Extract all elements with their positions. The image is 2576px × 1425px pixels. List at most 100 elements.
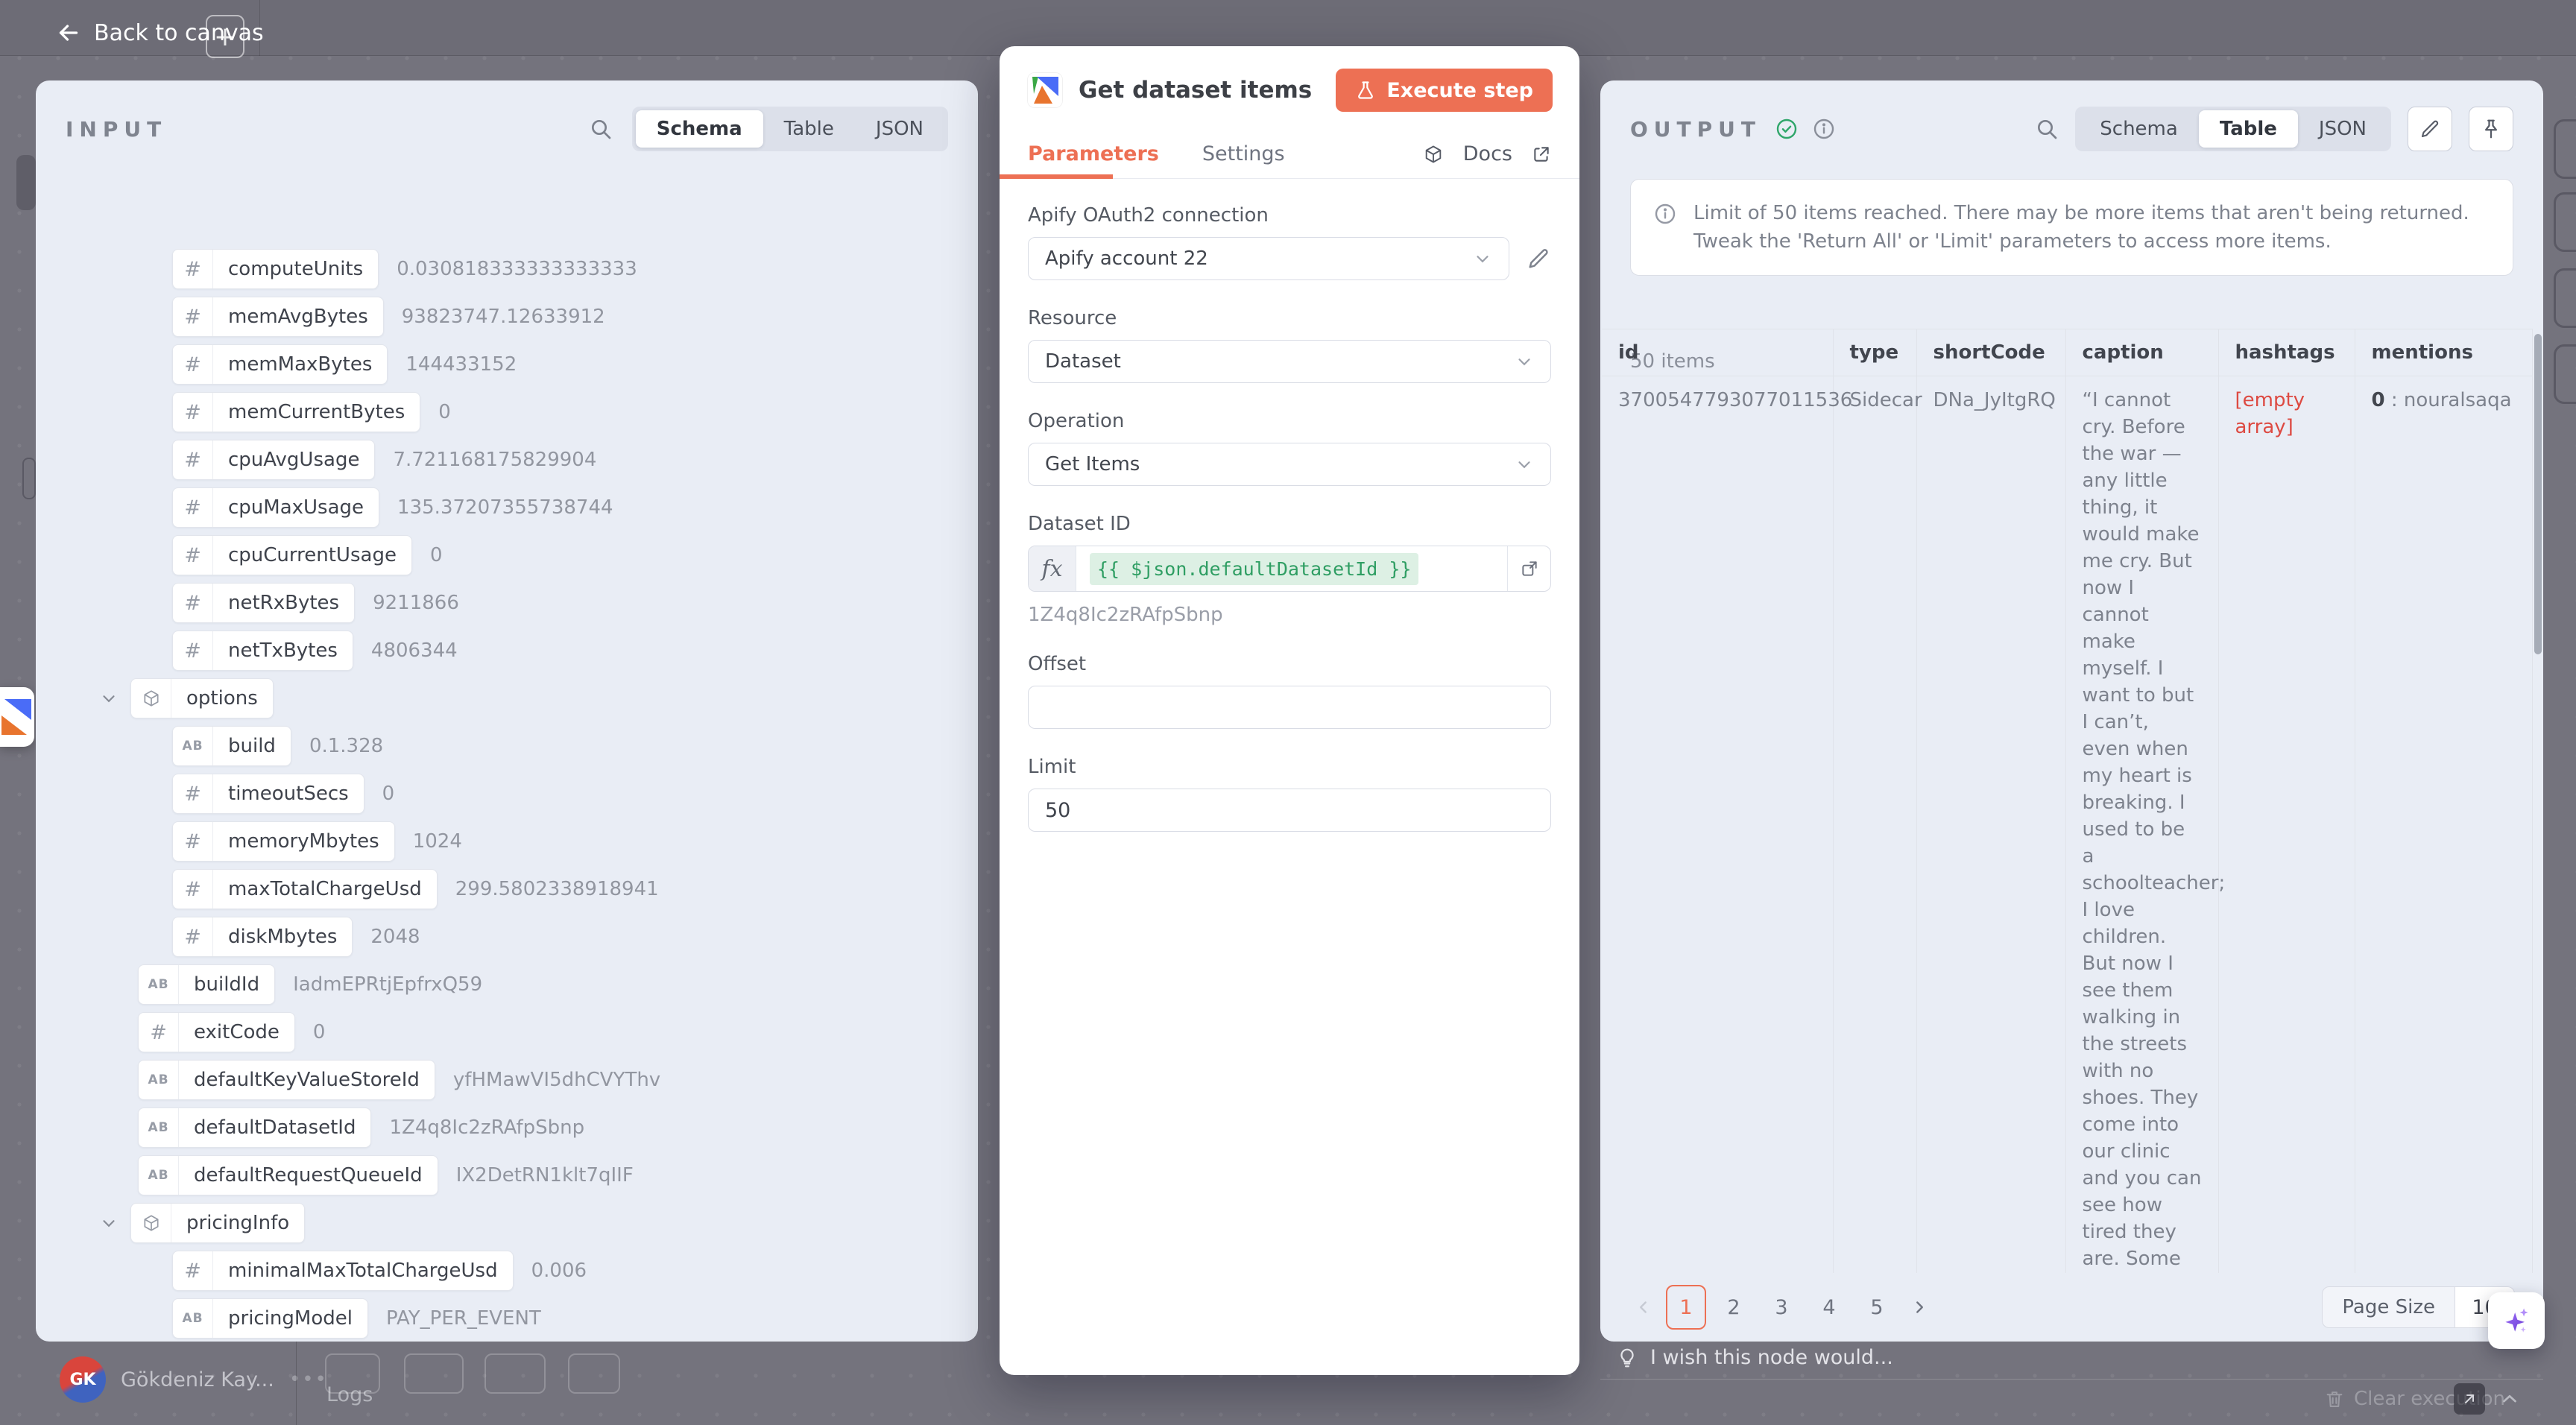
schema-cube-icon[interactable] bbox=[1423, 144, 1444, 165]
schema-key-pill[interactable]: ABbuild bbox=[172, 726, 291, 766]
operation-select[interactable]: Get Items bbox=[1028, 443, 1551, 486]
chevron-down-icon[interactable] bbox=[99, 1213, 119, 1233]
schema-key-pill[interactable]: #maxTotalChargeUsd bbox=[172, 869, 438, 909]
search-icon[interactable] bbox=[589, 117, 613, 141]
schema-row-timeoutSecs[interactable]: #timeoutSecs0 bbox=[36, 774, 978, 814]
schema-row-memCurrentBytes[interactable]: #memCurrentBytes0 bbox=[36, 392, 978, 432]
schema-row-memMaxBytes[interactable]: #memMaxBytes144433152 bbox=[36, 344, 978, 385]
pagination-page-2[interactable]: 2 bbox=[1714, 1285, 1754, 1330]
pin-data-button[interactable] bbox=[2469, 107, 2513, 151]
schema-key-pill[interactable]: options bbox=[130, 678, 274, 718]
schema-row-defaultRequestQueueId[interactable]: ABdefaultRequestQueueIdIX2DetRN1klt7qIIF bbox=[36, 1155, 978, 1195]
schema-key-pill[interactable]: #cpuCurrentUsage bbox=[172, 535, 412, 575]
schema-key-pill[interactable]: #netTxBytes bbox=[172, 631, 353, 671]
tab-parameters[interactable]: Parameters bbox=[1028, 142, 1159, 165]
string-type-icon: AB bbox=[139, 1108, 179, 1147]
column-header-mentions[interactable]: mentions bbox=[2355, 329, 2532, 376]
column-header-shortCode[interactable]: shortCode bbox=[1916, 329, 2065, 376]
column-header-type[interactable]: type bbox=[1833, 329, 1916, 376]
edit-output-button[interactable] bbox=[2408, 107, 2452, 151]
schema-key-pill[interactable]: ABdefaultRequestQueueId bbox=[138, 1155, 438, 1195]
schema-row-pricingModel[interactable]: ABpricingModelPAY_PER_EVENT bbox=[36, 1298, 978, 1339]
expression-chip[interactable]: {{ $json.defaultDatasetId }} bbox=[1090, 553, 1418, 585]
schema-key-pill[interactable]: #timeoutSecs bbox=[172, 774, 364, 814]
user-menu[interactable]: GK Gökdeniz Kay... ••• bbox=[60, 1356, 328, 1403]
schema-row-defaultKeyValueStoreId[interactable]: ABdefaultKeyValueStoreIdyfHMawVI5dhCVYTh… bbox=[36, 1060, 978, 1100]
resource-select[interactable]: Dataset bbox=[1028, 340, 1551, 383]
input-tab-json[interactable]: JSON bbox=[855, 110, 944, 148]
schema-row-pricingInfo[interactable]: pricingInfo bbox=[36, 1203, 978, 1243]
schema-key-pill[interactable]: #memAvgBytes bbox=[172, 297, 384, 337]
limit-input[interactable] bbox=[1028, 789, 1551, 832]
column-header-hashtags[interactable]: hashtags bbox=[2218, 329, 2355, 376]
offset-input[interactable] bbox=[1028, 686, 1551, 729]
schema-row-netTxBytes[interactable]: #netTxBytes4806344 bbox=[36, 631, 978, 671]
connection-select[interactable]: Apify account 22 bbox=[1028, 237, 1509, 280]
input-tab-schema[interactable]: Schema bbox=[636, 110, 763, 148]
ai-assistant-button[interactable] bbox=[2488, 1292, 2545, 1349]
external-link-icon[interactable] bbox=[1532, 145, 1551, 164]
schema-key-pill[interactable]: #computeUnits bbox=[172, 249, 379, 289]
execute-step-button[interactable]: Execute step bbox=[1336, 69, 1553, 112]
schema-key-pill[interactable]: #memMaxBytes bbox=[172, 344, 388, 385]
output-table-scrollbar[interactable] bbox=[2534, 334, 2542, 654]
schema-key-pill[interactable]: #cpuAvgUsage bbox=[172, 440, 375, 480]
schema-key-pill[interactable]: #memCurrentBytes bbox=[172, 392, 420, 432]
schema-key-pill[interactable]: #memoryMbytes bbox=[172, 821, 395, 862]
page-size-control[interactable]: Page Size 10 bbox=[2322, 1286, 2515, 1328]
output-tab-json[interactable]: JSON bbox=[2298, 110, 2387, 148]
output-tab-schema[interactable]: Schema bbox=[2079, 110, 2199, 148]
schema-row-build[interactable]: ABbuild0.1.328 bbox=[36, 726, 978, 766]
column-header-id[interactable]: id bbox=[1602, 329, 1833, 376]
avatar[interactable]: GK bbox=[60, 1356, 106, 1403]
pagination-next-icon[interactable] bbox=[1904, 1298, 1934, 1317]
schema-row-options[interactable]: options bbox=[36, 678, 978, 718]
input-schema-tree: #computeUnits0.030818333333333333 #memAvg… bbox=[36, 249, 978, 1342]
schema-row-diskMbytes[interactable]: #diskMbytes2048 bbox=[36, 917, 978, 957]
schema-row-computeUnits[interactable]: #computeUnits0.030818333333333333 bbox=[36, 249, 978, 289]
schema-key-pill[interactable]: #diskMbytes bbox=[172, 917, 353, 957]
tab-settings[interactable]: Settings bbox=[1202, 142, 1285, 165]
column-header-caption[interactable]: caption bbox=[2065, 329, 2218, 376]
pagination-page-5[interactable]: 5 bbox=[1857, 1285, 1897, 1330]
pagination-prev-icon[interactable] bbox=[1629, 1298, 1658, 1317]
pagination-page-1[interactable]: 1 bbox=[1666, 1285, 1706, 1330]
schema-key-pill[interactable]: #exitCode bbox=[138, 1012, 295, 1052]
schema-row-cpuMaxUsage[interactable]: #cpuMaxUsage135.37207355738744 bbox=[36, 487, 978, 528]
schema-row-netRxBytes[interactable]: #netRxBytes9211866 bbox=[36, 583, 978, 623]
canvas-side-button bbox=[2554, 119, 2576, 179]
collapse-footer-icon[interactable] bbox=[2498, 1388, 2521, 1410]
schema-row-memoryMbytes[interactable]: #memoryMbytes1024 bbox=[36, 821, 978, 862]
pagination-page-3[interactable]: 3 bbox=[1761, 1285, 1802, 1330]
schema-row-cpuAvgUsage[interactable]: #cpuAvgUsage7.721168175829904 bbox=[36, 440, 978, 480]
chevron-down-icon[interactable] bbox=[99, 689, 119, 708]
node-feedback-link[interactable]: I wish this node would... bbox=[1616, 1346, 1893, 1369]
search-icon[interactable] bbox=[2035, 117, 2059, 141]
schema-row-minimalMaxTotalChargeUsd[interactable]: #minimalMaxTotalChargeUsd0.006 bbox=[36, 1251, 978, 1291]
schema-row-exitCode[interactable]: #exitCode0 bbox=[36, 1012, 978, 1052]
schema-row-memAvgBytes[interactable]: #memAvgBytes93823747.12633912 bbox=[36, 297, 978, 337]
schema-row-defaultDatasetId[interactable]: ABdefaultDatasetId1Z4q8Ic2zRAfpSbnp bbox=[36, 1108, 978, 1148]
add-node-button[interactable]: + bbox=[206, 15, 244, 58]
schema-key-pill[interactable]: #netRxBytes bbox=[172, 583, 355, 623]
schema-row-maxTotalChargeUsd[interactable]: #maxTotalChargeUsd299.5802338918941 bbox=[36, 869, 978, 909]
open-logs-icon[interactable] bbox=[2454, 1383, 2485, 1415]
edit-connection-pencil-icon[interactable] bbox=[1526, 246, 1551, 271]
schema-key-pill[interactable]: pricingInfo bbox=[130, 1203, 305, 1243]
open-expression-editor-icon[interactable] bbox=[1507, 546, 1550, 591]
user-more-icon[interactable]: ••• bbox=[289, 1368, 328, 1391]
schema-key-pill[interactable]: ABdefaultDatasetId bbox=[138, 1108, 371, 1148]
schema-row-cpuCurrentUsage[interactable]: #cpuCurrentUsage0 bbox=[36, 535, 978, 575]
schema-key-pill[interactable]: ABdefaultKeyValueStoreId bbox=[138, 1060, 435, 1100]
docs-link[interactable]: Docs bbox=[1463, 142, 1512, 165]
pagination-page-4[interactable]: 4 bbox=[1809, 1285, 1849, 1330]
schema-key-pill[interactable]: ABpricingModel bbox=[172, 1298, 368, 1339]
schema-key-pill[interactable]: #cpuMaxUsage bbox=[172, 487, 379, 528]
schema-row-buildId[interactable]: ABbuildIdIadmEPRtjEpfrxQ59 bbox=[36, 964, 978, 1005]
table-row[interactable]: 3700547793077011536SidecarDNa_JyItgRQ“I … bbox=[1602, 376, 2532, 1274]
input-tab-table[interactable]: Table bbox=[763, 110, 855, 148]
output-tab-table[interactable]: Table bbox=[2199, 110, 2298, 148]
schema-key-pill[interactable]: ABbuildId bbox=[138, 964, 275, 1005]
dataset-id-expression-input[interactable]: fx {{ $json.defaultDatasetId }} bbox=[1028, 546, 1551, 592]
schema-key-pill[interactable]: #minimalMaxTotalChargeUsd bbox=[172, 1251, 514, 1291]
